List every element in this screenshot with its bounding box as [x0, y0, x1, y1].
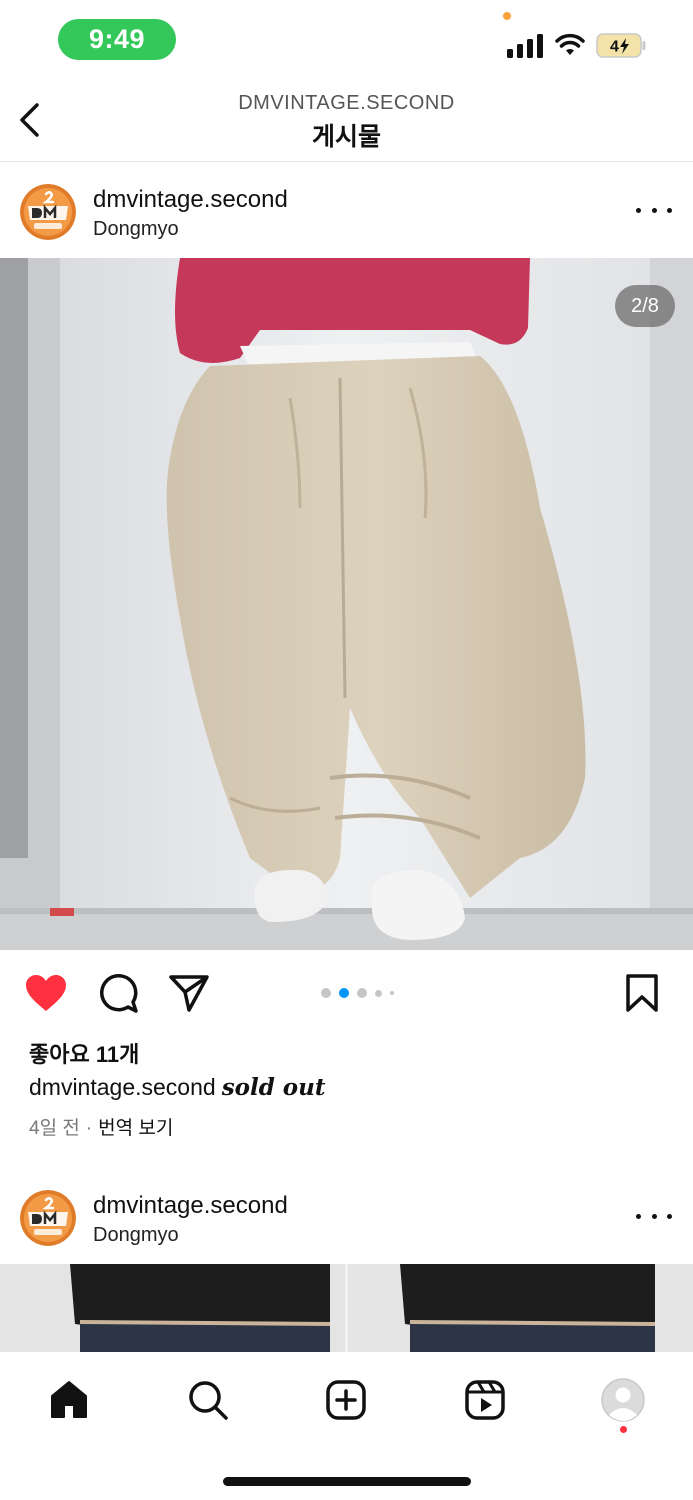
image-counter: 2/8: [615, 285, 675, 327]
post-image-2[interactable]: [0, 1264, 693, 1352]
nav-profile[interactable]: [599, 1376, 647, 1424]
post-actions: [0, 955, 693, 1035]
send-icon: [169, 975, 209, 1012]
more-dots-icon: [636, 207, 641, 213]
share-button[interactable]: [167, 971, 211, 1015]
comment-icon: [99, 973, 138, 1013]
post-location[interactable]: Dongmyo: [93, 218, 179, 241]
profile-icon: [601, 1378, 645, 1422]
nav-home[interactable]: [45, 1376, 93, 1424]
carousel-dot: [357, 988, 367, 998]
nav-reels[interactable]: [461, 1376, 509, 1424]
photo-khaki-pants: [0, 258, 693, 950]
post-time: 4일 전: [29, 1118, 80, 1139]
caption-text: sold out: [221, 1074, 326, 1101]
bookmark-icon: [626, 974, 658, 1012]
post-username[interactable]: dmvintage.second: [93, 1192, 288, 1220]
status-bar: 9:49 4: [0, 0, 693, 80]
more-dots-icon: [636, 1213, 641, 1219]
home-indicator[interactable]: [223, 1477, 471, 1486]
carousel-dot: [375, 989, 382, 997]
battery-icon: 4: [596, 33, 646, 58]
avatar[interactable]: [20, 1190, 76, 1246]
translate-link[interactable]: 번역 보기: [98, 1118, 173, 1139]
post-header-2: dmvintage.second Dongmyo: [0, 1168, 693, 1264]
privacy-indicator: [503, 12, 511, 20]
caption-username[interactable]: dmvintage.second: [29, 1074, 216, 1100]
post-location[interactable]: Dongmyo: [93, 1224, 179, 1247]
post-meta: 4일 전 · 번역 보기: [29, 1113, 173, 1140]
photo-black-pants: [0, 1264, 693, 1352]
dm-logo-icon: [20, 1190, 76, 1246]
search-icon: [189, 1381, 228, 1420]
like-count[interactable]: 좋아요 11개: [29, 1037, 139, 1069]
page-header: DMVINTAGE.SECOND 게시물: [0, 80, 693, 162]
reels-icon: [465, 1380, 505, 1420]
home-icon: [51, 1381, 87, 1418]
like-button[interactable]: [24, 971, 68, 1015]
header-account-name: DMVINTAGE.SECOND: [238, 92, 455, 114]
avatar[interactable]: [20, 184, 76, 240]
more-options-button[interactable]: [636, 1206, 672, 1226]
plus-square-icon: [326, 1380, 366, 1420]
bottom-nav: [0, 1352, 693, 1500]
post-caption: dmvintage.second sold out: [29, 1074, 326, 1101]
save-button[interactable]: [620, 971, 664, 1015]
heart-filled-icon: [26, 975, 66, 1011]
post-image[interactable]: 2/8: [0, 258, 693, 950]
carousel-dot: [390, 991, 394, 995]
carousel-dot-active: [339, 988, 349, 998]
dm-logo-icon: [20, 184, 76, 240]
wifi-icon: [555, 33, 585, 55]
post-header: dmvintage.second Dongmyo: [0, 162, 693, 258]
post-username[interactable]: dmvintage.second: [93, 186, 288, 214]
status-time: 9:49: [58, 19, 176, 60]
carousel-indicator: [321, 987, 394, 999]
carousel-dot: [321, 988, 331, 998]
notification-dot: [620, 1426, 627, 1433]
comment-button[interactable]: [96, 971, 140, 1015]
meta-separator: ·: [85, 1118, 93, 1139]
battery-level: 4: [610, 39, 619, 56]
page-title: 게시물: [311, 123, 381, 151]
more-options-button[interactable]: [636, 200, 672, 220]
nav-search[interactable]: [184, 1376, 232, 1424]
cellular-signal-icon: [507, 34, 543, 58]
nav-create[interactable]: [322, 1376, 370, 1424]
